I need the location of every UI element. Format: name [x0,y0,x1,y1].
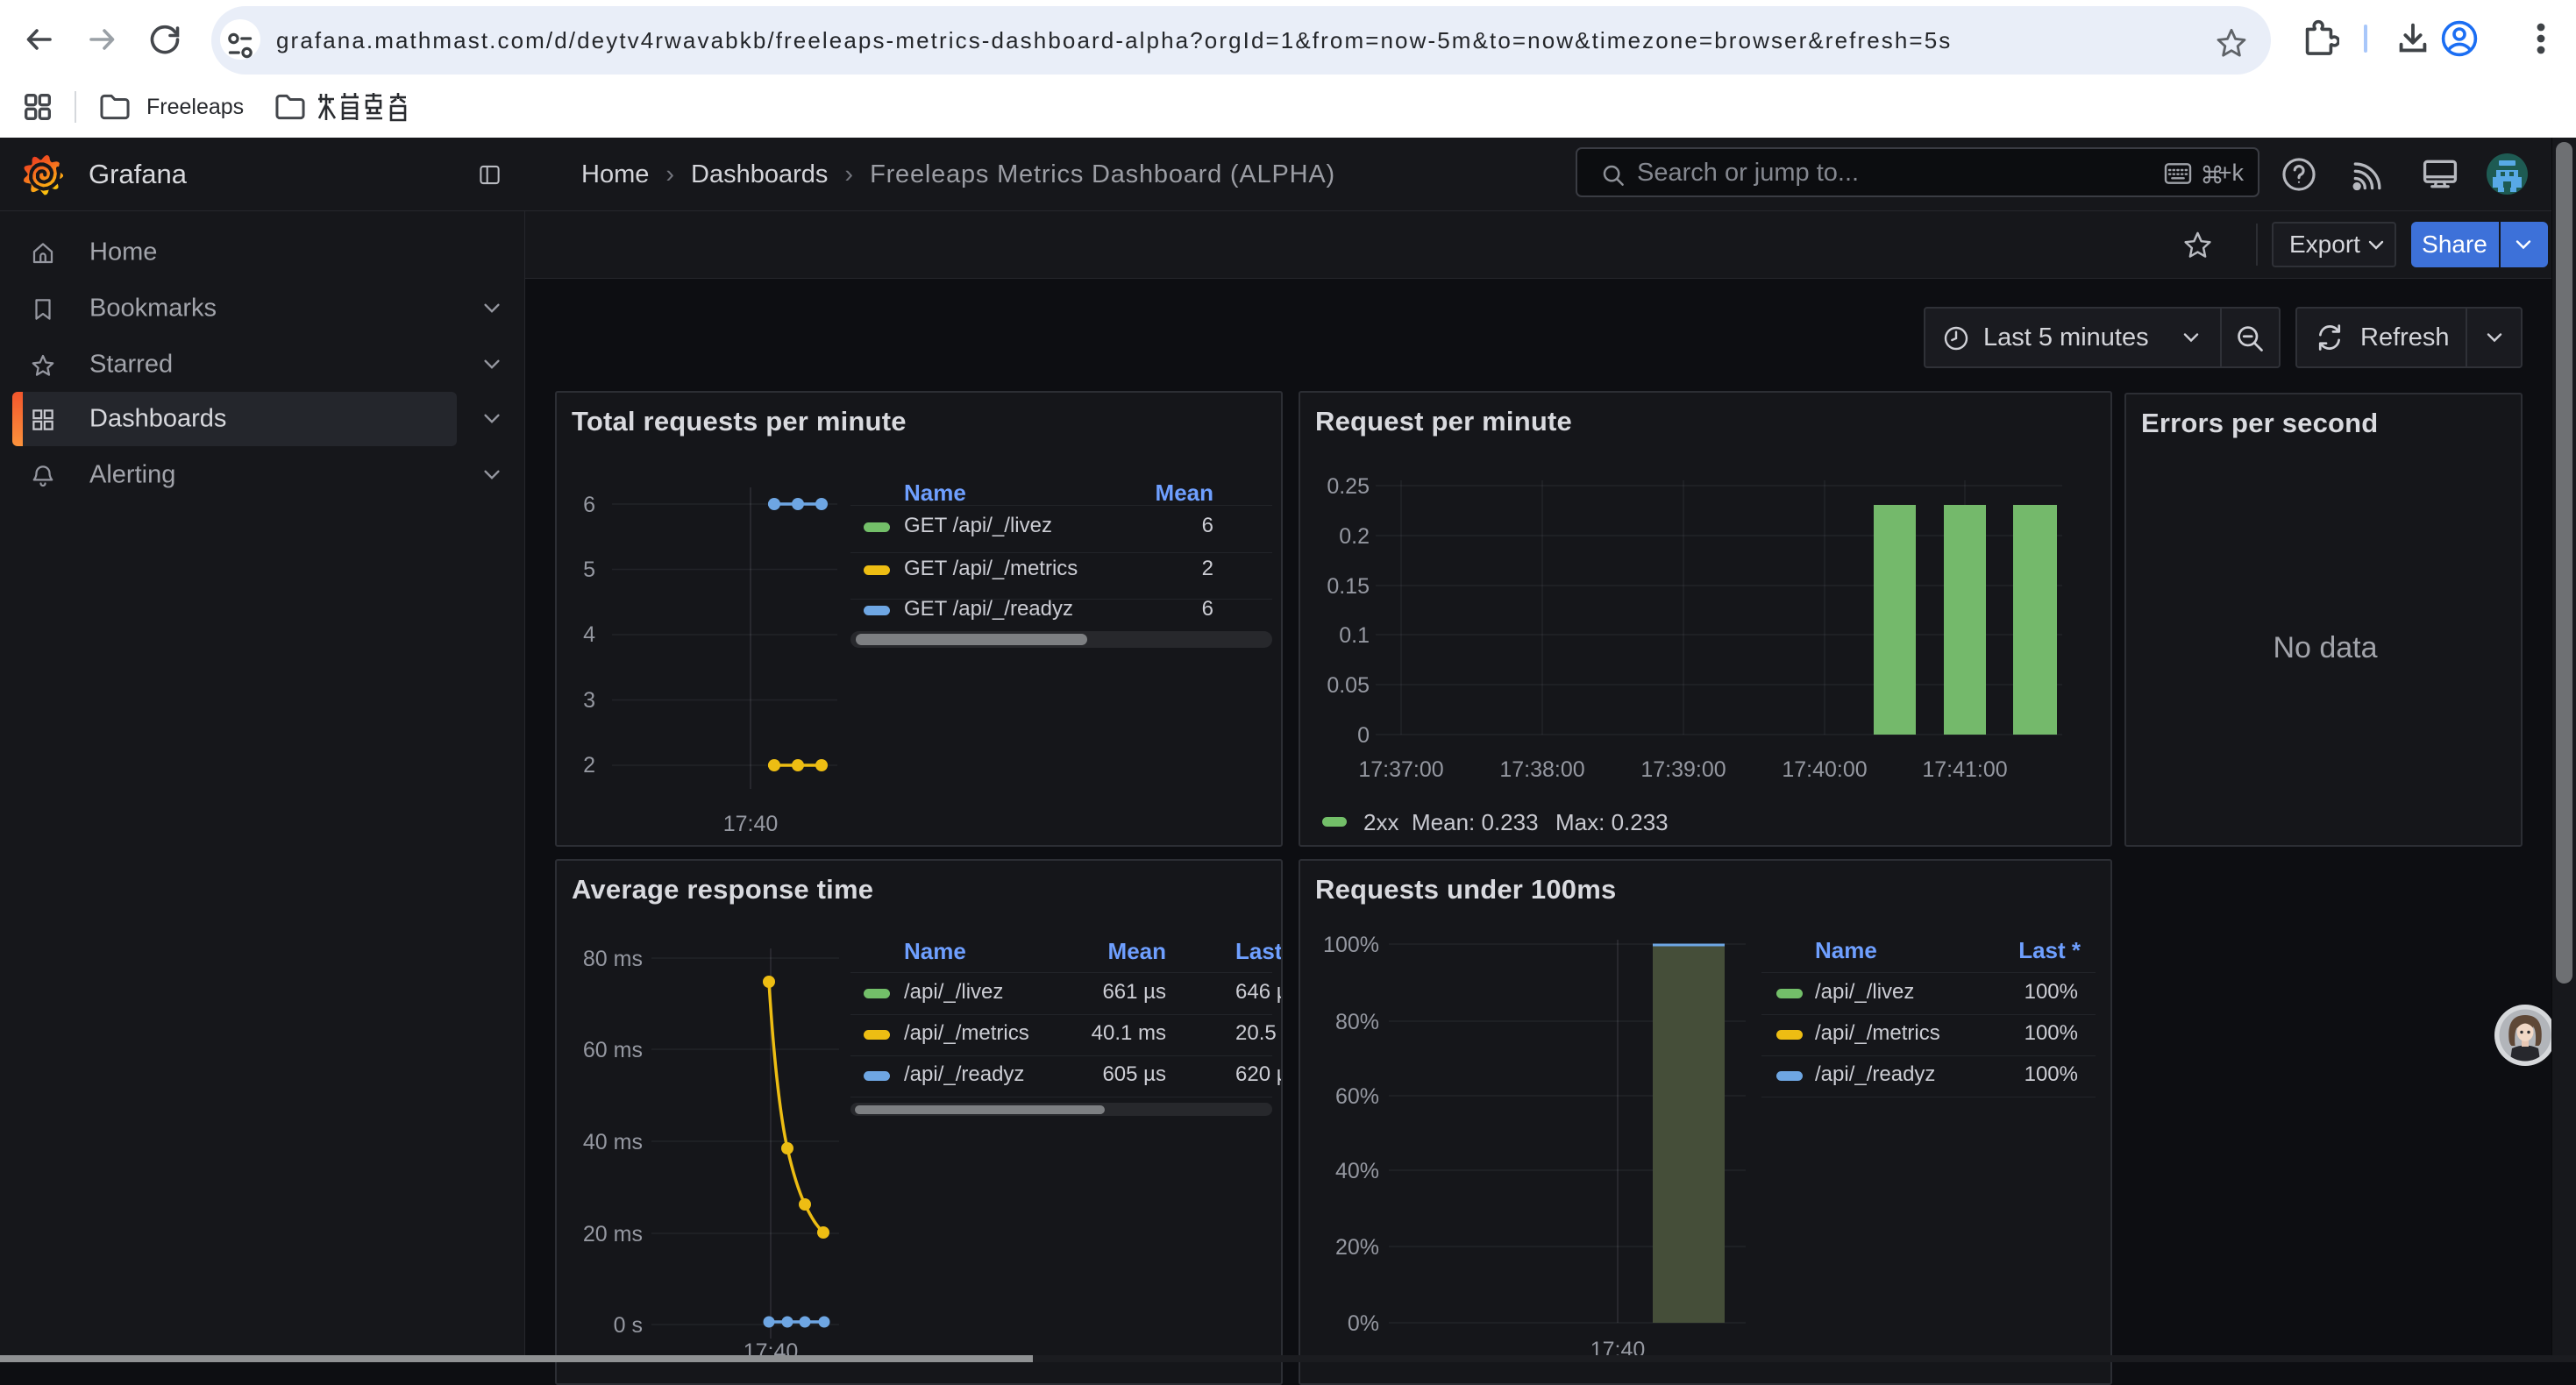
svg-text:4: 4 [583,622,595,647]
svg-text:6: 6 [583,493,595,517]
svg-text:5: 5 [583,558,595,582]
svg-text:80%: 80% [1335,1010,1379,1034]
svg-text:2: 2 [583,753,595,778]
svg-text:17:41:00: 17:41:00 [1922,757,2007,782]
svg-text:100%: 100% [1323,933,1379,957]
svg-text:0%: 0% [1348,1311,1379,1336]
svg-text:40%: 40% [1335,1159,1379,1183]
svg-text:80 ms: 80 ms [583,947,643,971]
svg-text:60%: 60% [1335,1084,1379,1109]
svg-text:0 s: 0 s [614,1313,643,1338]
svg-text:0.1: 0.1 [1339,623,1370,648]
svg-text:20 ms: 20 ms [583,1222,643,1246]
svg-text:3: 3 [583,688,595,713]
svg-text:0: 0 [1357,723,1370,748]
svg-text:17:40:00: 17:40:00 [1782,757,1867,782]
svg-text:Mean: 0.233: Mean: 0.233 [1412,809,1539,835]
svg-text:40 ms: 40 ms [583,1130,643,1154]
svg-text:0.2: 0.2 [1339,524,1370,549]
svg-text:17:38:00: 17:38:00 [1499,757,1584,782]
svg-text:2xx: 2xx [1363,809,1398,835]
svg-text:60 ms: 60 ms [583,1038,643,1062]
svg-text:0.05: 0.05 [1327,673,1370,698]
svg-text:17:39:00: 17:39:00 [1640,757,1726,782]
svg-text:17:40: 17:40 [723,812,779,836]
svg-text:17:37:00: 17:37:00 [1358,757,1443,782]
svg-text:0.15: 0.15 [1327,574,1370,599]
svg-text:Max: 0.233: Max: 0.233 [1555,809,1669,835]
svg-text:20%: 20% [1335,1235,1379,1260]
svg-text:0.25: 0.25 [1327,474,1370,499]
